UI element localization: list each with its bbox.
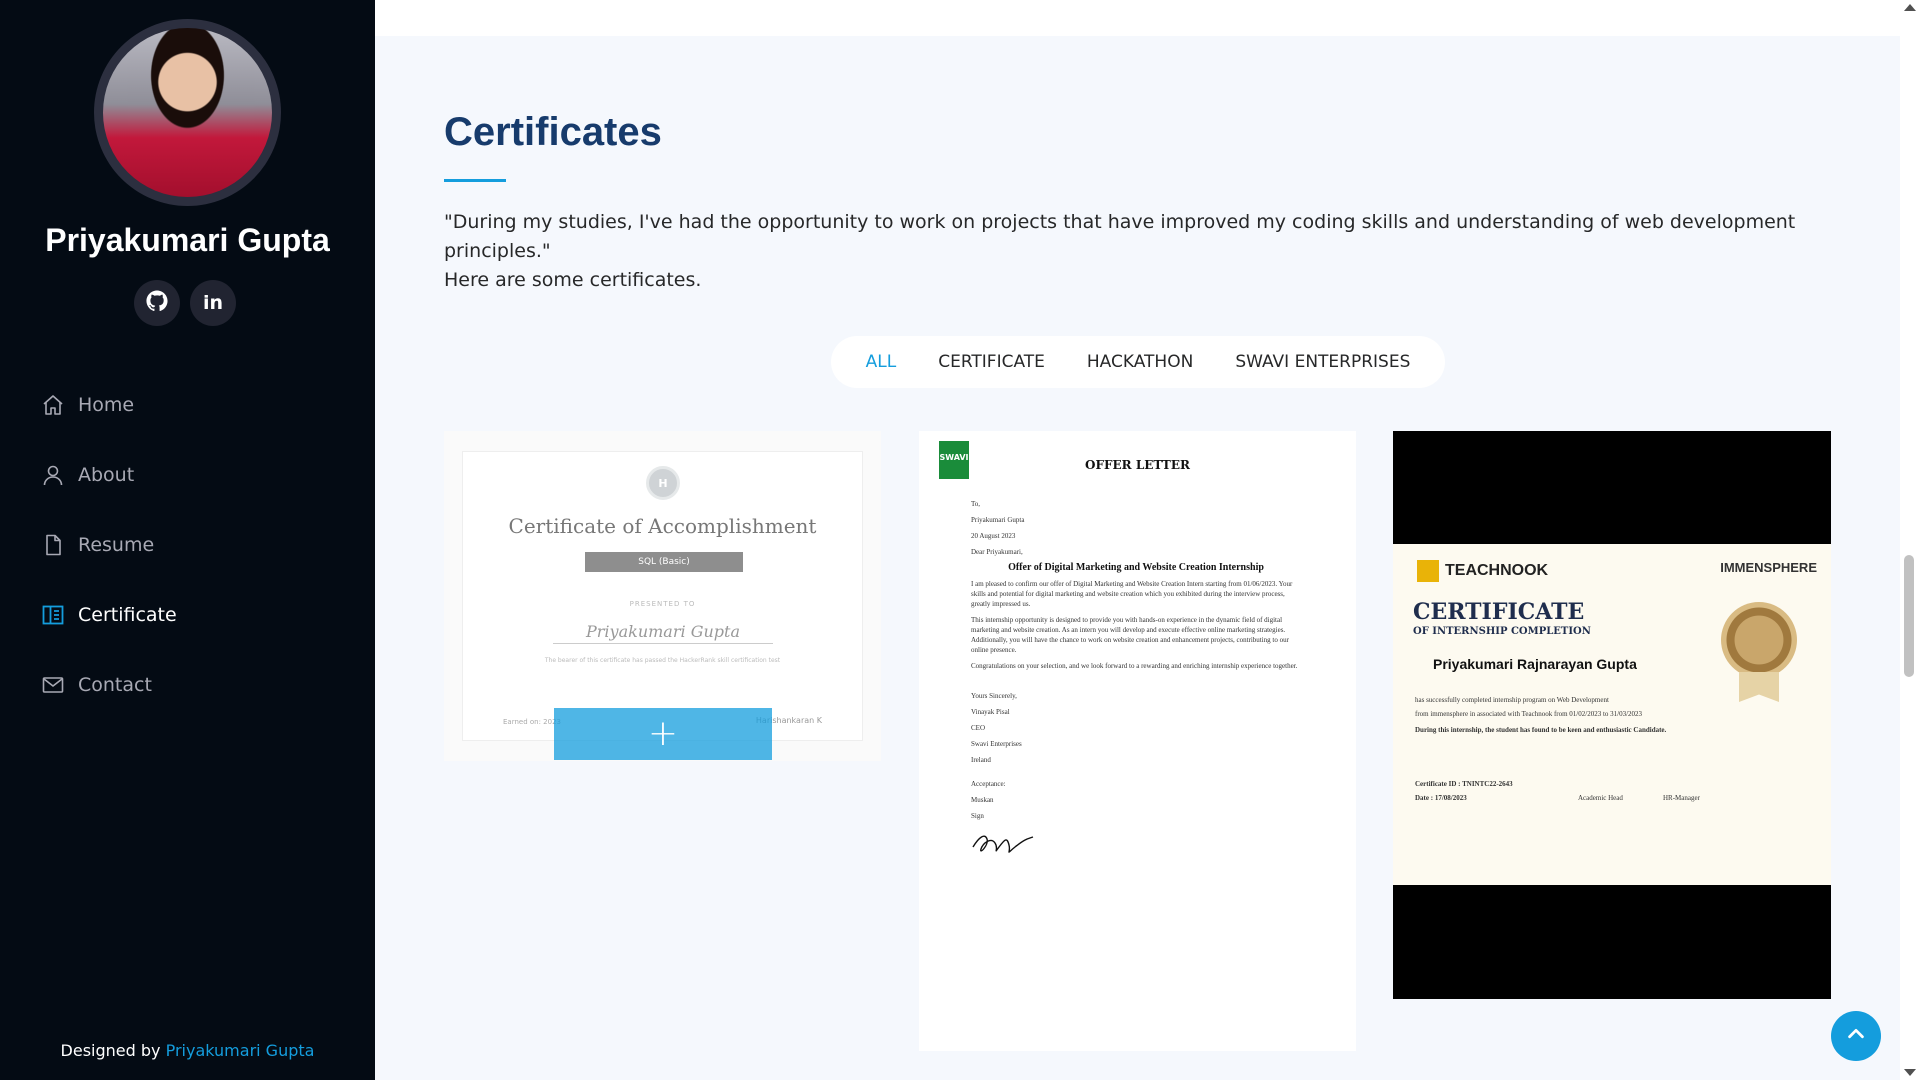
previous-section-edge	[375, 0, 1900, 36]
ol-paragraph-2: This internship opportunity is designed …	[971, 616, 1289, 654]
offer-letter-body: To, Priyakumari Gupta 20 August 2023 Dea…	[971, 499, 1301, 861]
scroll-up-arrow-icon[interactable]	[1904, 4, 1916, 11]
filter-all[interactable]: ALL	[866, 352, 897, 372]
section-title: Certificates	[444, 110, 662, 154]
ol-place: Ireland	[971, 756, 991, 764]
portfolio-filters: ALL CERTIFICATE HACKATHON SWAVI ENTERPRI…	[831, 336, 1445, 388]
tn-subtitle: OF INTERNSHIP COMPLETION	[1413, 626, 1591, 637]
cert-title: Certificate of Accomplishment	[508, 514, 817, 538]
nav-label: Contact	[78, 674, 152, 696]
home-icon	[40, 392, 66, 418]
credits-prefix: Designed by	[60, 1041, 161, 1060]
cert-note: The bearer of this certificate has passe…	[544, 657, 781, 664]
teachnook-mark-icon	[1417, 560, 1439, 582]
linkedin-link[interactable]: in	[190, 280, 236, 326]
certificate-card-hackerrank[interactable]: H Certificate of Accomplishment SQL (Bas…	[444, 431, 881, 761]
award-medal-icon	[1721, 602, 1797, 678]
cert-earned: Earned on: 2023	[503, 718, 561, 726]
tn-recipient: Priyakumari Rajnarayan Gupta	[1433, 656, 1637, 672]
profile-avatar-frame	[94, 19, 281, 206]
cert-skill: SQL (Basic)	[585, 552, 743, 572]
nav-item-resume[interactable]: Resume	[40, 510, 340, 580]
filter-certificate[interactable]: CERTIFICATE	[938, 352, 1045, 372]
certificate-card-teachnook[interactable]: TEACHNOOK IMMENSPHERE CERTIFICATE OF INT…	[1393, 431, 1831, 999]
credits: Designed by Priyakumari Gupta	[0, 1041, 375, 1060]
immensphere-logo: IMMENSPHERE	[1720, 560, 1817, 575]
github-icon	[146, 289, 168, 317]
nav-item-about[interactable]: About	[40, 440, 340, 510]
teachnook-brand: TEACHNOOK	[1445, 562, 1549, 579]
hackerrank-logo: H	[646, 466, 680, 500]
medal-ribbon	[1739, 672, 1779, 702]
tn-cert-id: Certificate ID : TNINTC22-2643	[1415, 780, 1513, 788]
ol-company: Swavi Enterprises	[971, 740, 1022, 748]
certificate-card-offer-letter[interactable]: SWAVI OFFER LETTER To, Priyakumari Gupta…	[919, 431, 1356, 1051]
view-details-button[interactable]: +	[554, 708, 772, 760]
ol-recipient: Priyakumari Gupta	[971, 516, 1025, 524]
section-intro: "During my studies, I've had the opportu…	[444, 208, 1834, 295]
teachnook-logo: TEACHNOOK	[1417, 560, 1548, 582]
page-scrollbar[interactable]	[1900, 0, 1920, 1080]
nav-item-home[interactable]: Home	[40, 370, 340, 440]
ol-paragraph-1: I am pleased to confirm our offer of Dig…	[971, 580, 1293, 608]
linkedin-icon: in	[202, 292, 224, 314]
back-to-top-button[interactable]	[1831, 1011, 1881, 1061]
hackerrank-certificate-image: H Certificate of Accomplishment SQL (Bas…	[462, 451, 863, 741]
ol-to: To,	[971, 500, 981, 508]
tn-sig-academic: Academic Head	[1578, 794, 1623, 802]
ol-signer: Vinayak Pisal	[971, 708, 1010, 716]
handwritten-signature	[971, 827, 1301, 861]
tn-line-2: from immensphere in associated with Teac…	[1415, 710, 1643, 718]
ol-accepter: Muskan	[971, 796, 994, 804]
scroll-down-arrow-icon[interactable]	[1904, 1069, 1916, 1076]
ol-greeting: Dear Priyakumari,	[971, 548, 1023, 556]
tn-date: Date : 17/08/2023	[1415, 794, 1467, 802]
nav-item-certificate[interactable]: Certificate	[40, 580, 340, 650]
nav-item-contact[interactable]: Contact	[40, 650, 340, 720]
nav-label: Resume	[78, 534, 155, 556]
tn-line-1: has successfully completed internship pr…	[1415, 696, 1609, 704]
ol-sign-label: Sign	[971, 812, 984, 820]
layout-icon	[40, 602, 66, 628]
nav-label: Home	[78, 394, 135, 416]
teachnook-certificate-image: TEACHNOOK IMMENSPHERE CERTIFICATE OF INT…	[1393, 544, 1831, 885]
tn-sig-hr: HR-Manager	[1663, 794, 1700, 802]
ol-closing: Yours Sincerely,	[971, 692, 1017, 700]
nav-label: Certificate	[78, 604, 177, 626]
ol-heading: Offer of Digital Marketing and Website C…	[1008, 562, 1264, 573]
credits-link[interactable]: Priyakumari Gupta	[166, 1041, 315, 1060]
filter-hackathon[interactable]: HACKATHON	[1087, 352, 1193, 372]
ol-acceptance: Acceptance:	[971, 780, 1006, 788]
cert-recipient: Priyakumari Gupta	[553, 622, 773, 644]
intro-quote: "During my studies, I've had the opportu…	[444, 211, 1796, 262]
ol-paragraph-3: Congratulations on your selection, and w…	[971, 662, 1298, 670]
file-icon	[40, 532, 66, 558]
scroll-thumb[interactable]	[1904, 555, 1914, 677]
certificates-section: Certificates "During my studies, I've ha…	[375, 36, 1900, 1080]
chevron-up-icon	[1845, 1023, 1867, 1049]
profile-avatar	[103, 28, 272, 197]
github-link[interactable]	[134, 280, 180, 326]
title-underline	[444, 179, 506, 182]
main-nav: Home About Resume Certificate Contact	[40, 370, 340, 720]
intro-subtext: Here are some certificates.	[444, 269, 702, 291]
tn-title: CERTIFICATE	[1413, 599, 1585, 625]
offer-letter-title: OFFER LETTER	[1085, 458, 1190, 472]
envelope-icon	[40, 672, 66, 698]
user-icon	[40, 462, 66, 488]
ol-role: CEO	[971, 724, 985, 732]
sidebar: Priyakumari Gupta in Home About Resume C…	[0, 0, 375, 1080]
ol-date: 20 August 2023	[971, 532, 1016, 540]
tn-line-3: During this internship, the student has …	[1415, 726, 1667, 734]
profile-name: Priyakumari Gupta	[45, 222, 330, 258]
nav-label: About	[78, 464, 135, 486]
cert-presented: PRESENTED TO	[629, 600, 696, 608]
social-links: in	[134, 280, 236, 326]
filter-swavi-enterprises[interactable]: SWAVI ENTERPRISES	[1235, 352, 1410, 372]
